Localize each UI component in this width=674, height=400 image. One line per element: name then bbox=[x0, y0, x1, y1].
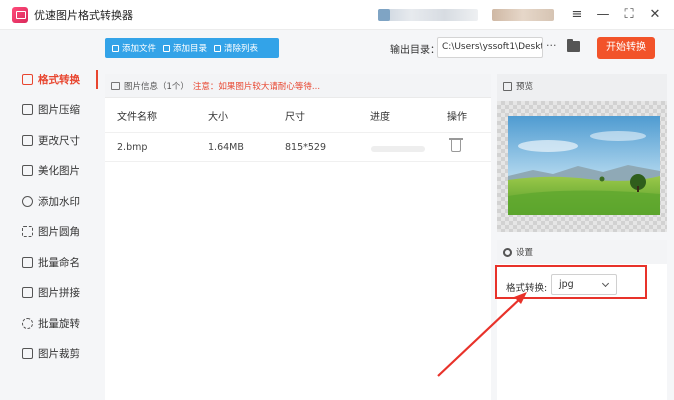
sidebar-item-label: 图片压缩 bbox=[38, 104, 80, 117]
format-select-value: jpg bbox=[559, 279, 574, 290]
preview-image bbox=[508, 116, 660, 215]
stitch-icon bbox=[22, 287, 33, 299]
settings-panel: 设置 格式转换: jpg bbox=[495, 240, 667, 400]
preview-header: 预览 bbox=[497, 74, 667, 98]
sidebar-item-label: 图片圆角 bbox=[38, 226, 80, 239]
column-header-dims: 尺寸 bbox=[285, 112, 305, 123]
file-dims-cell: 815*529 bbox=[285, 142, 327, 153]
file-list-header: 图片信息（1个） 注意：如果图片较大请耐心等待... bbox=[105, 74, 491, 98]
sidebar: 格式转换 图片压缩 更改尺寸 美化图片 添加水印 图片圆角 批量命名 图片拼接 … bbox=[0, 64, 98, 369]
file-name-cell: 2.bmp bbox=[117, 142, 148, 153]
settings-title: 设置 bbox=[516, 248, 534, 258]
maximize-icon[interactable]: ⛶ bbox=[620, 6, 638, 24]
add-file-icon bbox=[112, 44, 119, 52]
folder-icon bbox=[163, 44, 171, 52]
clear-list-label: 清除列表 bbox=[224, 44, 259, 54]
table-row[interactable]: 2.bmp 1.64MB 815*529 bbox=[105, 132, 491, 162]
file-size-cell: 1.64MB bbox=[208, 142, 244, 153]
close-icon[interactable]: ✕ bbox=[646, 6, 664, 24]
file-toolbar: 添加文件 添加目录 清除列表 bbox=[105, 38, 279, 58]
app-title: 优速图片格式转换器 bbox=[34, 8, 133, 22]
convert-icon bbox=[22, 73, 33, 85]
add-file-label: 添加文件 bbox=[122, 44, 157, 54]
file-list-panel: 图片信息（1个） 注意：如果图片较大请耐心等待... 文件名称 大小 尺寸 进度… bbox=[105, 74, 491, 400]
sidebar-item-label: 添加水印 bbox=[38, 195, 80, 208]
title-bar: 优速图片格式转换器 ≡ — ⛶ ✕ bbox=[0, 0, 674, 30]
start-convert-button[interactable]: 开始转换 bbox=[597, 37, 655, 59]
column-header-action: 操作 bbox=[447, 112, 467, 123]
file-list-title: 图片信息（1个） bbox=[124, 81, 189, 92]
preview-title: 预览 bbox=[516, 82, 534, 92]
column-header-progress: 进度 bbox=[370, 112, 390, 123]
notice-text: 注意：如果图片较大请耐心等待... bbox=[192, 81, 321, 92]
crop-icon bbox=[22, 348, 33, 360]
gear-icon bbox=[503, 247, 512, 257]
add-file-button[interactable]: 添加文件 bbox=[112, 42, 156, 54]
column-header-name: 文件名称 bbox=[117, 112, 157, 123]
compress-icon bbox=[22, 104, 33, 116]
blurred-account-info bbox=[492, 9, 554, 21]
sidebar-item-rotate[interactable]: 批量旋转 bbox=[0, 308, 98, 339]
progress-bar bbox=[371, 146, 425, 152]
sidebar-item-label: 批量旋转 bbox=[38, 317, 80, 330]
app-logo-icon bbox=[12, 6, 28, 23]
watermark-icon bbox=[22, 195, 33, 207]
sidebar-item-resize[interactable]: 更改尺寸 bbox=[0, 125, 98, 156]
preview-panel: 预览 bbox=[497, 74, 667, 232]
rounded-corner-icon bbox=[22, 226, 33, 238]
sidebar-item-label: 更改尺寸 bbox=[38, 134, 80, 147]
sidebar-item-label: 格式转换 bbox=[38, 73, 80, 86]
format-select[interactable]: jpg bbox=[551, 274, 617, 295]
preview-icon bbox=[503, 81, 512, 91]
add-folder-label: 添加目录 bbox=[173, 44, 208, 54]
sidebar-item-stitch[interactable]: 图片拼接 bbox=[0, 278, 98, 309]
settings-header: 设置 bbox=[497, 240, 667, 264]
column-header-size: 大小 bbox=[208, 112, 228, 123]
delete-icon[interactable] bbox=[449, 138, 463, 152]
beautify-icon bbox=[22, 165, 33, 177]
minimize-icon[interactable]: — bbox=[594, 6, 612, 24]
browse-more-button[interactable]: ··· bbox=[546, 39, 557, 52]
menu-icon[interactable]: ≡ bbox=[568, 6, 586, 24]
sidebar-item-watermark[interactable]: 添加水印 bbox=[0, 186, 98, 217]
sidebar-item-rounded-corner[interactable]: 图片圆角 bbox=[0, 217, 98, 248]
sidebar-item-label: 批量命名 bbox=[38, 256, 80, 269]
blurred-user-info bbox=[378, 9, 478, 21]
rename-icon bbox=[22, 256, 33, 268]
resize-icon bbox=[22, 134, 33, 146]
sidebar-item-batch-rename[interactable]: 批量命名 bbox=[0, 247, 98, 278]
open-folder-icon[interactable] bbox=[567, 39, 580, 52]
clear-list-button[interactable]: 清除列表 bbox=[214, 42, 258, 54]
sidebar-item-label: 美化图片 bbox=[38, 165, 80, 178]
output-dir-label: 输出目录： bbox=[390, 45, 440, 56]
rotate-icon bbox=[22, 317, 33, 329]
sidebar-item-label: 图片拼接 bbox=[38, 287, 80, 300]
sidebar-item-beautify[interactable]: 美化图片 bbox=[0, 156, 98, 187]
sidebar-item-format-convert[interactable]: 格式转换 bbox=[0, 64, 98, 95]
add-folder-button[interactable]: 添加目录 bbox=[163, 42, 207, 54]
preview-canvas bbox=[497, 101, 667, 232]
trash-icon bbox=[214, 44, 222, 52]
format-label: 格式转换: bbox=[506, 283, 548, 294]
sidebar-item-label: 图片裁剪 bbox=[38, 348, 80, 361]
output-path-field[interactable]: C:\Users\yssoft1\Deskto bbox=[437, 37, 543, 58]
chevron-down-icon bbox=[601, 279, 610, 288]
sidebar-item-compress[interactable]: 图片压缩 bbox=[0, 95, 98, 126]
image-info-icon bbox=[111, 81, 120, 90]
sidebar-item-crop[interactable]: 图片裁剪 bbox=[0, 339, 98, 370]
